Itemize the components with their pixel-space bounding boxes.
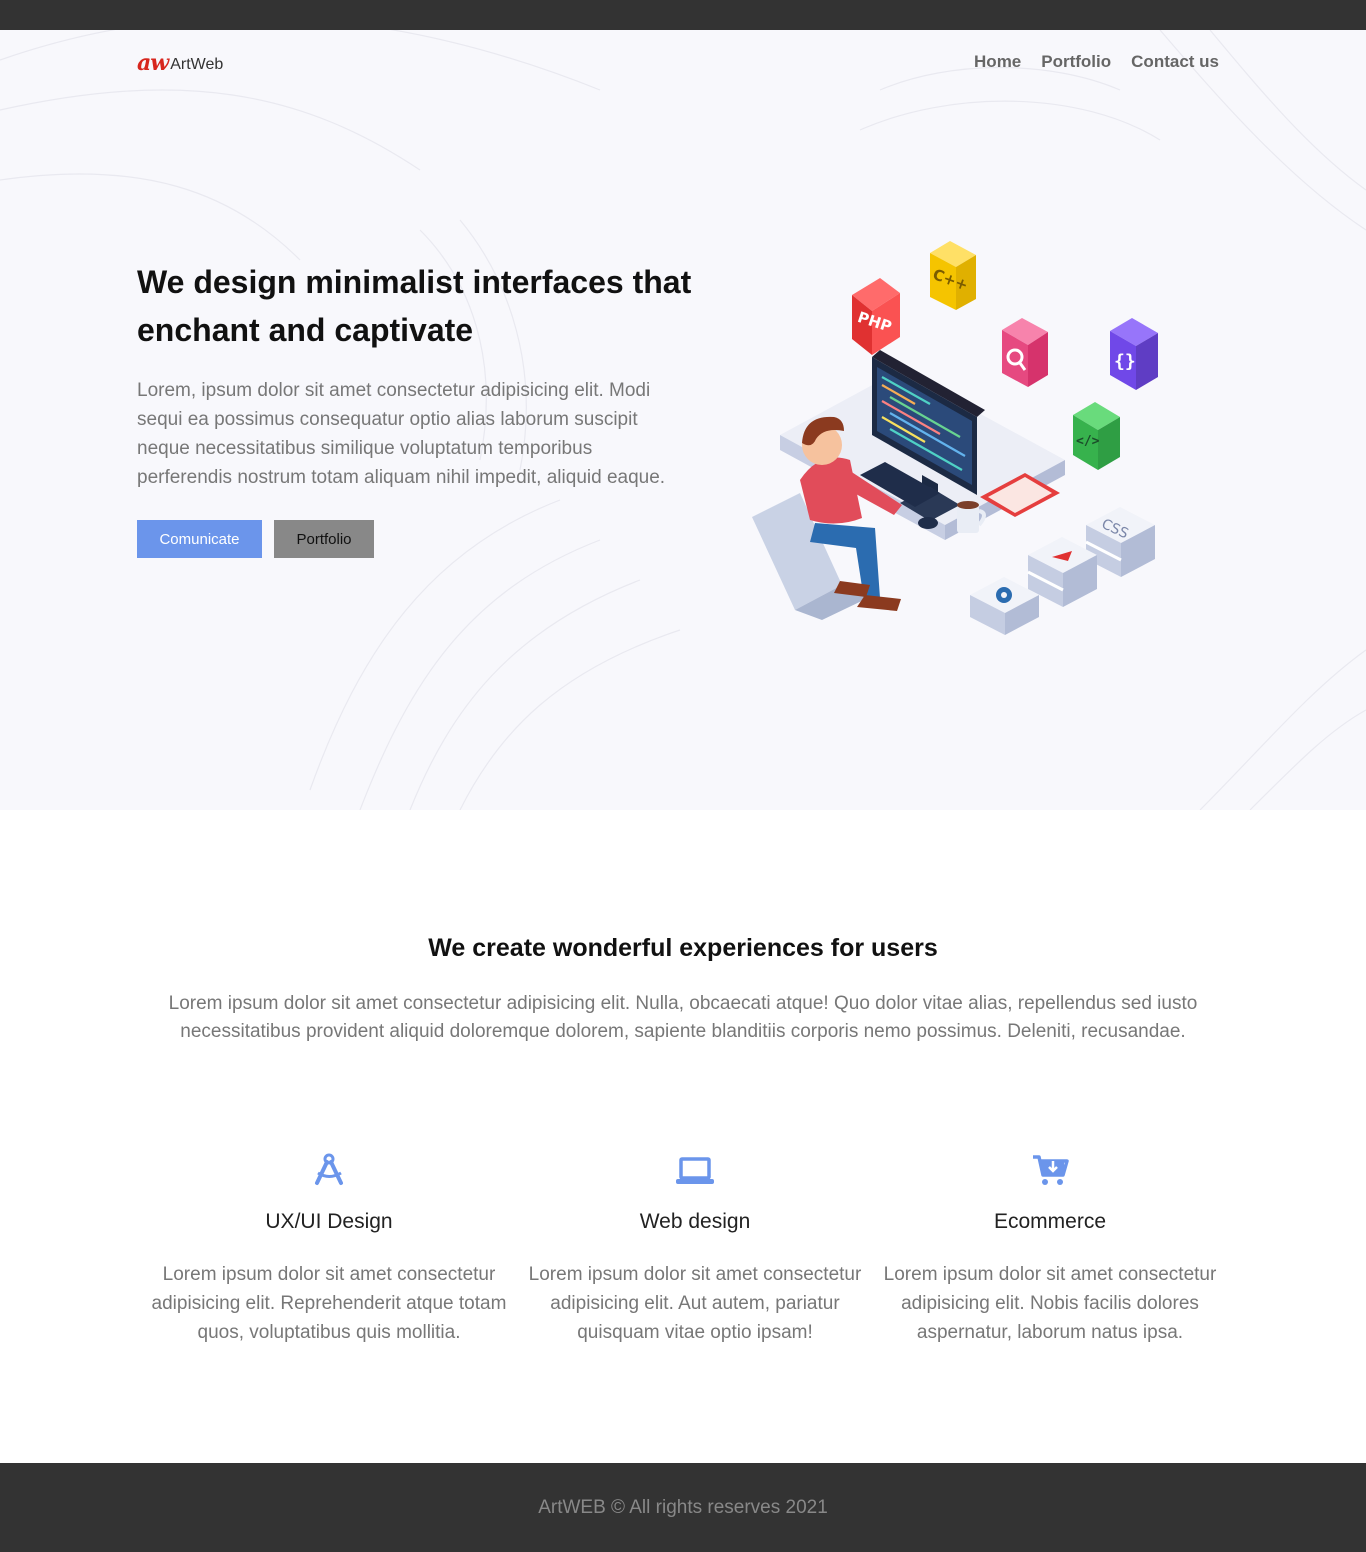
- code-icon: </>: [1073, 402, 1120, 470]
- main-nav: Home Portfolio Contact us: [974, 52, 1219, 72]
- feature-text: Lorem ipsum dolor sit amet consectetur a…: [528, 1264, 862, 1343]
- section-description: Lorem ipsum dolor sit amet consectetur a…: [168, 993, 1198, 1042]
- footer: ArtWEB © All rights reserves 2021: [0, 1463, 1366, 1552]
- feature-title: Ecommerce: [993, 1210, 1107, 1233]
- feature-ecommerce: Ecommerce Lorem ipsum dolor sit amet con…: [865, 1150, 1235, 1347]
- section-title: We create wonderful experiences for user…: [428, 934, 938, 962]
- developer-illustration: PHP C++ {} </> CSS: [752, 241, 1158, 635]
- braces-icon: {}: [1110, 318, 1158, 390]
- cpp-icon: C++: [930, 241, 976, 310]
- mouse: [918, 517, 938, 529]
- laptop-icon: [510, 1150, 880, 1190]
- shopping-cart-icon: [865, 1150, 1235, 1190]
- feature-text: Lorem ipsum dolor sit amet consectetur a…: [883, 1264, 1217, 1343]
- feature-title: UX/UI Design: [265, 1210, 393, 1233]
- feature-title: Web design: [639, 1210, 751, 1233]
- nav-portfolio[interactable]: Portfolio: [1041, 52, 1111, 72]
- hero-section: aw ArtWeb Home Portfolio Contact us We d…: [0, 30, 1366, 810]
- hero-title: We design minimalist interfaces that enc…: [137, 264, 692, 348]
- brand-logo[interactable]: aw ArtWeb: [137, 50, 223, 74]
- logo-mark: aw: [137, 50, 169, 76]
- logo-text: ArtWeb: [170, 56, 224, 73]
- feature-ux-ui: UX/UI Design Lorem ipsum dolor sit amet …: [144, 1150, 514, 1347]
- search-icon: [1002, 318, 1048, 387]
- portfolio-button[interactable]: Portfolio: [274, 520, 374, 558]
- feature-web-design: Web design Lorem ipsum dolor sit amet co…: [510, 1150, 880, 1347]
- comunicate-button[interactable]: Comunicate: [137, 520, 262, 558]
- feature-text: Lorem ipsum dolor sit amet consectetur a…: [151, 1264, 507, 1343]
- nav-home[interactable]: Home: [974, 52, 1021, 72]
- nav-contact[interactable]: Contact us: [1131, 52, 1219, 72]
- php-icon: PHP: [852, 278, 900, 355]
- code-label: </>: [1076, 434, 1100, 449]
- footer-copyright: ArtWEB © All rights reserves 2021: [538, 1496, 828, 1518]
- hero-description: Lorem, ipsum dolor sit amet consectetur …: [137, 380, 666, 488]
- drafting-compass-icon: [144, 1150, 514, 1190]
- braces-label: {}: [1114, 351, 1136, 372]
- top-bar: [0, 0, 1366, 30]
